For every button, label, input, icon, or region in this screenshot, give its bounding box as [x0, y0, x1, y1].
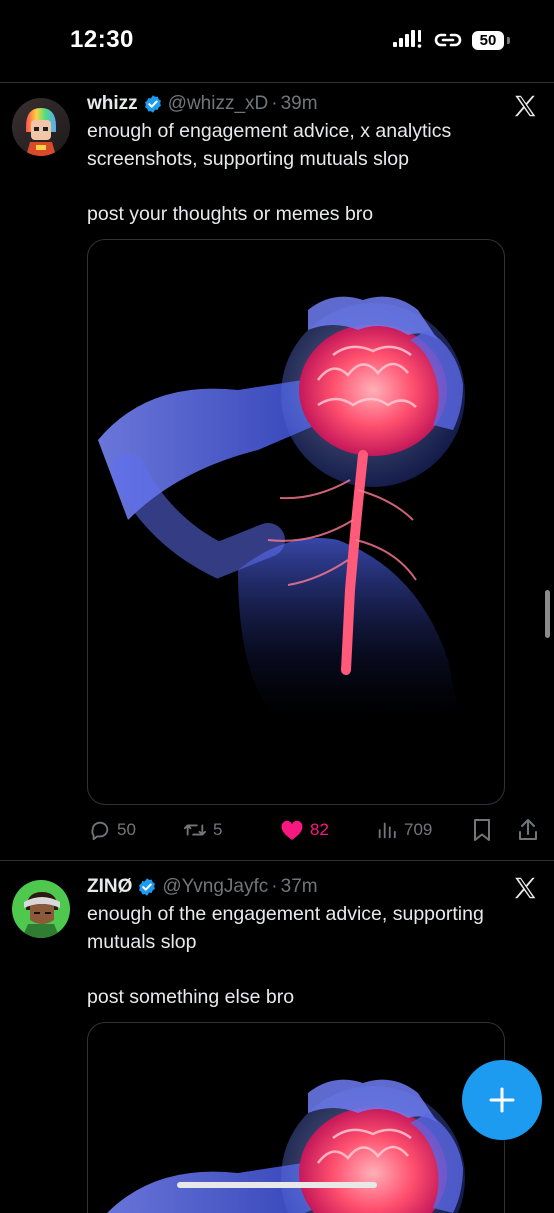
post-text-line: post your thoughts or memes bro [87, 202, 374, 225]
post-media[interactable] [87, 239, 505, 805]
views-icon [378, 822, 396, 839]
timestamp[interactable]: 37m [281, 876, 318, 898]
display-name[interactable]: ZINØ [87, 876, 132, 898]
x-logo-icon[interactable] [512, 875, 538, 901]
repost-count: 5 [213, 820, 223, 839]
signal-icon [393, 30, 422, 48]
timestamp[interactable]: 39m [281, 93, 318, 115]
post-header: whizz @whizz_xD · 39m [87, 91, 318, 117]
post-text-line: enough of engagement advice, x analytics [87, 120, 452, 142]
action-bar: 50 5 82 709 [87, 815, 541, 845]
like-count: 82 [310, 820, 329, 839]
divider [0, 860, 554, 861]
home-indicator[interactable] [177, 1182, 377, 1188]
post-text: enough of the engagement advice, support… [87, 901, 527, 1011]
reply-count: 50 [117, 820, 136, 839]
post-text-line: post something else bro [87, 985, 295, 1008]
share-button[interactable] [517, 815, 539, 845]
battery-indicator: 50 [472, 31, 504, 50]
post-text-line: screenshots, supporting mutuals slop [87, 147, 409, 170]
handle[interactable]: @YvngJayfc [162, 876, 268, 898]
heart-icon [281, 820, 303, 840]
divider [0, 82, 554, 83]
x-logo-icon[interactable] [512, 93, 538, 119]
post-text-blank [87, 173, 527, 201]
bookmark-button[interactable] [471, 815, 493, 845]
post-header: ZINØ @YvngJayfc · 37m [87, 874, 318, 900]
handle[interactable]: @whizz_xD [168, 93, 269, 115]
verified-badge-icon [144, 95, 161, 113]
separator: · [271, 876, 278, 897]
status-time: 12:30 [70, 26, 134, 53]
reply-icon [91, 821, 109, 841]
bookmark-icon [474, 819, 490, 841]
brain-headache-illustration [98, 296, 465, 720]
verified-badge-icon [139, 878, 156, 896]
like-button[interactable]: 82 [280, 815, 329, 845]
share-icon [519, 819, 537, 840]
views-button[interactable]: 709 [376, 815, 432, 845]
post-text-line: mutuals slop [87, 930, 197, 953]
repost-button[interactable]: 5 [183, 815, 222, 845]
post-text: enough of engagement advice, x analytics… [87, 118, 527, 228]
separator: · [271, 93, 278, 114]
views-count: 709 [404, 820, 433, 839]
battery-nub [507, 37, 510, 44]
scrollbar[interactable] [545, 590, 550, 638]
post-text-blank [87, 956, 527, 984]
reply-button[interactable]: 50 [89, 815, 136, 845]
display-name[interactable]: whizz [87, 93, 138, 115]
post-text-line: enough of the engagement advice, support… [87, 903, 484, 925]
avatar[interactable] [12, 98, 70, 156]
compose-button[interactable] [462, 1060, 542, 1140]
avatar[interactable] [12, 880, 70, 938]
repost-icon [184, 824, 206, 836]
status-bar: 12:30 50 [0, 0, 554, 82]
plus-icon [489, 1087, 515, 1113]
link-icon [434, 33, 462, 47]
